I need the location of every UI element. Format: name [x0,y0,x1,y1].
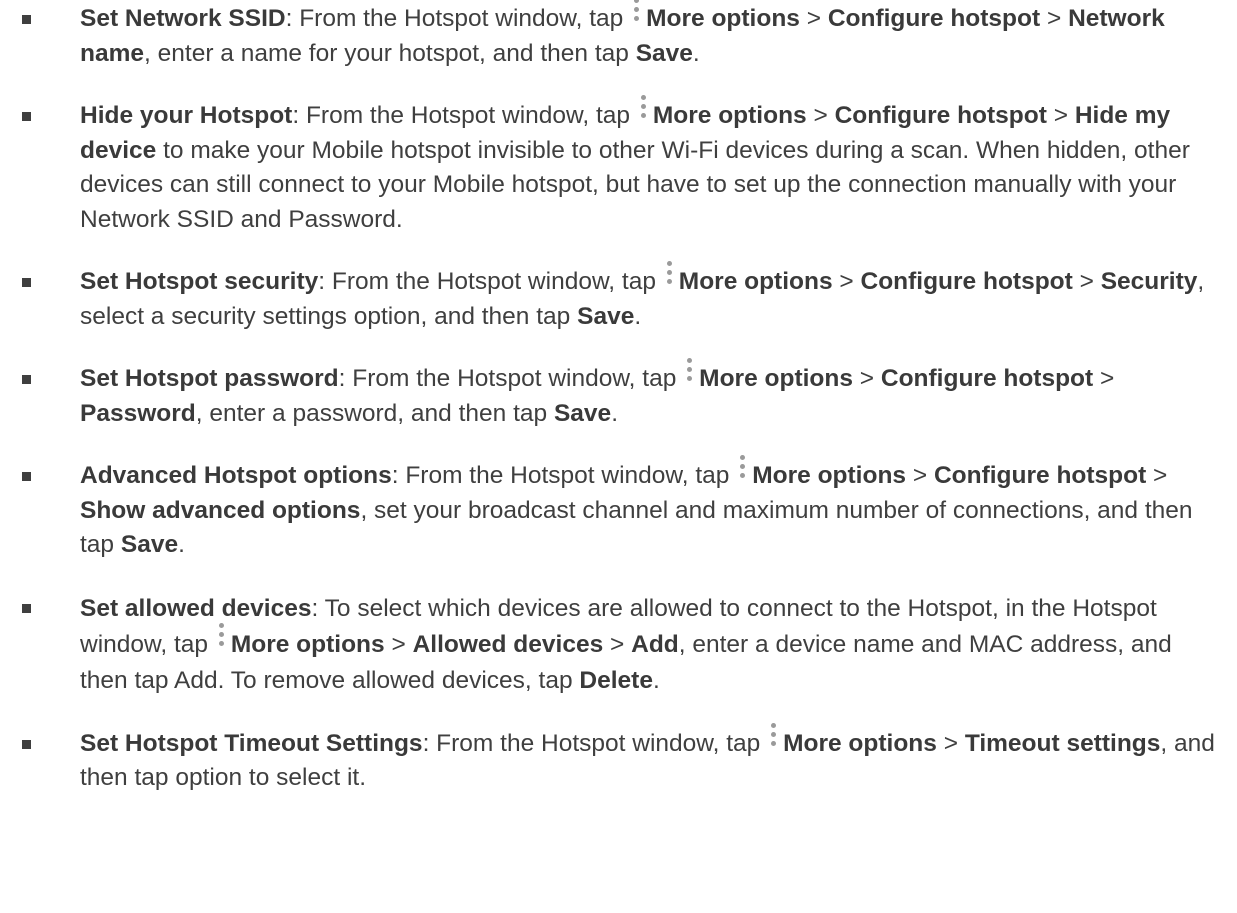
allowed-devices-label: Allowed devices [412,630,604,658]
more-options-label: More options [230,630,385,658]
more-options-label: More options [678,268,833,295]
more-options-icon [769,722,779,757]
delete-label: Delete [579,666,653,694]
item-title: Set allowed devices [80,594,312,622]
list-item-hide-hotspot: Hide your Hotspot: From the Hotspot wind… [0,95,1237,237]
item-title: Set Hotspot Timeout Settings [80,729,423,757]
more-options-icon [639,95,649,129]
configure-hotspot-label: Configure hotspot [834,102,1047,129]
security-label: Security [1100,268,1198,295]
configure-hotspot-label: Configure hotspot [933,462,1147,489]
bullet [22,739,31,749]
list-item-allowed-devices: Set allowed devices: To select which dev… [0,591,1237,699]
bullet [22,15,31,24]
save-label: Save [553,399,612,427]
list-item-set-network-ssid: Set Network SSID: From the Hotspot windo… [0,0,1237,71]
more-options-icon [665,261,675,295]
save-label: Save [120,531,179,558]
configure-hotspot-label: Configure hotspot [860,268,1073,295]
list-item-timeout-settings: Set Hotspot Timeout Settings: From the H… [0,722,1237,796]
item-title: Set Network SSID [80,5,286,32]
more-options-icon [217,622,227,657]
item-title: Advanced Hotspot options [80,462,392,489]
more-options-icon [738,455,748,489]
more-options-label: More options [752,462,907,489]
configure-hotspot-label: Configure hotspot [827,5,1041,32]
save-label: Save [635,39,693,67]
list-item-hotspot-password: Set Hotspot password: From the Hotspot w… [0,358,1237,431]
configure-hotspot-label: Configure hotspot [880,365,1094,392]
list-item-advanced-options: Advanced Hotspot options: From the Hotsp… [0,455,1237,563]
show-advanced-options-label: Show advanced options [80,496,361,524]
list-item-hotspot-security: Set Hotspot security: From the Hotspot w… [0,261,1237,334]
more-options-label: More options [783,729,937,757]
more-options-label: More options [699,365,853,392]
add-label: Add [631,630,679,658]
bullet [22,603,31,613]
timeout-settings-label: Timeout settings [964,729,1161,757]
more-options-label: More options [652,102,807,129]
item-title: Hide your Hotspot [80,102,293,129]
more-options-label: More options [646,5,800,32]
item-title: Set Hotspot password [80,365,339,392]
save-label: Save [577,302,635,330]
more-options-icon [632,0,642,32]
bullet [22,375,31,384]
hotspot-instructions-list: Set Network SSID: From the Hotspot windo… [0,0,1237,796]
bullet [22,112,31,121]
bullet [22,472,31,481]
bullet [22,278,31,287]
more-options-icon [685,358,695,392]
password-label: Password [80,399,196,427]
item-title: Set Hotspot security [80,268,319,295]
